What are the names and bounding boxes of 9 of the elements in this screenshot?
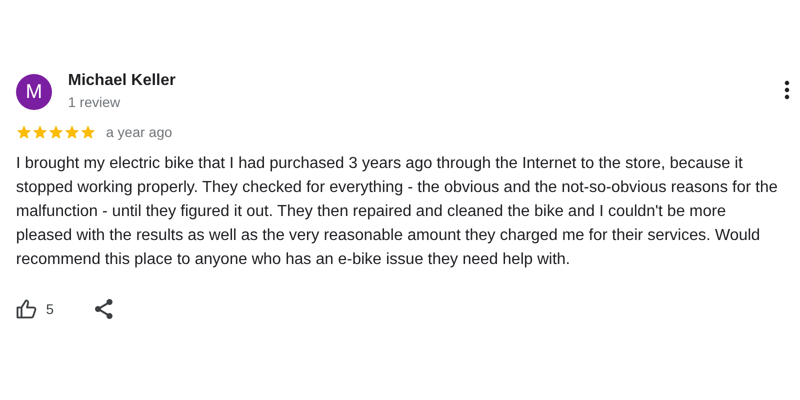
review-text: I brought my electric bike that I had purchased 3 years ago through the Internet to the store, because it stopped working properly. They checked for everything - the obvious and the not-so-obvious reasons for the malfunction - until they figured it out. They then repaired and cleaned the bike and I couldn't be more pleased with the results as well as the very reasonable amount they charged me for their services. Would recommend this place to anyone who has an e-bike issue they need help with. bbox=[16, 154, 779, 270]
avatar: M bbox=[16, 74, 52, 110]
author-name[interactable]: Michael Keller bbox=[68, 72, 784, 90]
like-count: 5 bbox=[46, 301, 54, 317]
review-time: a year ago bbox=[106, 124, 172, 140]
thumbs-up-icon[interactable] bbox=[16, 299, 38, 319]
share-icon[interactable] bbox=[94, 298, 114, 320]
review-count: 1 review bbox=[68, 94, 122, 110]
more-options-icon[interactable] bbox=[784, 80, 790, 100]
